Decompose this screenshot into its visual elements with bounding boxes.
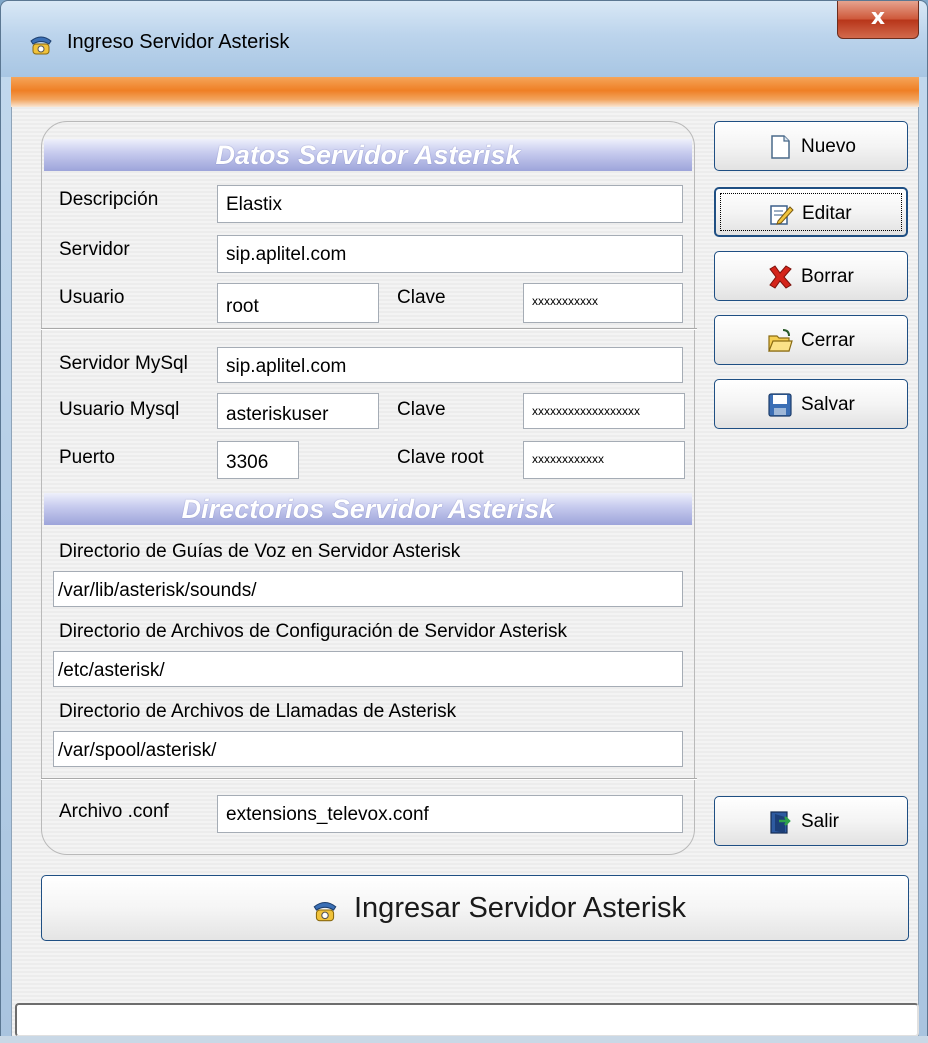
clave-root-label: Clave root: [397, 447, 484, 468]
llamadas-dir-label: Directorio de Archivos de Llamadas de As…: [59, 701, 457, 722]
salir-label: Salir: [801, 811, 840, 832]
servidor-input[interactable]: sip.aplitel.com: [217, 235, 683, 273]
borrar-label: Borrar: [801, 266, 854, 287]
usuario-input[interactable]: root: [217, 283, 379, 323]
clave-root-password-input[interactable]: xxxxxxxxxxxx: [523, 441, 685, 479]
conf-file-label: Archivo .conf: [59, 801, 169, 822]
descripcion-label: Descripción: [59, 189, 159, 210]
section-header-dirs: Directorios Servidor Asterisk: [44, 493, 692, 525]
voz-dir-label: Directorio de Guías de Voz en Servidor A…: [59, 541, 461, 562]
edit-icon: [770, 205, 794, 225]
usuario-mysql-label: Usuario Mysql: [59, 399, 180, 420]
usuario-label: Usuario: [59, 287, 125, 308]
config-dir-label: Directorio de Archivos de Configuración …: [59, 621, 567, 642]
open-folder-icon: [768, 329, 793, 352]
separator: [41, 328, 697, 330]
clave-password-input[interactable]: xxxxxxxxxxx: [523, 283, 683, 323]
new-document-icon: [771, 135, 790, 159]
cerrar-label: Cerrar: [801, 330, 855, 351]
title-bar[interactable]: Ingreso Servidor Asterisk x: [1, 1, 927, 77]
header-band: [11, 77, 919, 107]
nuevo-button[interactable]: Nuevo: [714, 121, 908, 171]
status-bar: [15, 1003, 919, 1037]
clave-mysql-label: Clave: [397, 399, 446, 420]
editar-label: Editar: [802, 203, 852, 224]
clave-mysql-password-input[interactable]: xxxxxxxxxxxxxxxxxx: [523, 393, 685, 429]
conf-file-input[interactable]: extensions_televox.conf: [217, 795, 683, 833]
servidor-mysql-label: Servidor MySql: [59, 353, 188, 374]
config-dir-input[interactable]: /etc/asterisk/: [53, 651, 683, 687]
phone-icon: [313, 901, 337, 922]
ingresar-servidor-button[interactable]: Ingresar Servidor Asterisk: [41, 875, 909, 941]
cerrar-button[interactable]: Cerrar: [714, 315, 908, 365]
save-disk-icon: [768, 393, 792, 417]
voz-dir-input[interactable]: /var/lib/asterisk/sounds/: [53, 571, 683, 607]
llamadas-dir-input[interactable]: /var/spool/asterisk/: [53, 731, 683, 767]
clave-label: Clave: [397, 287, 446, 308]
editar-button[interactable]: Editar: [714, 187, 908, 237]
servidor-mysql-input[interactable]: sip.aplitel.com: [217, 347, 683, 383]
window-title: Ingreso Servidor Asterisk: [67, 31, 290, 53]
salvar-label: Salvar: [801, 394, 855, 415]
app-window: Ingreso Servidor Asterisk x Datos Servid…: [0, 0, 928, 1043]
descripcion-input[interactable]: Elastix: [217, 185, 683, 223]
window-bottom-edge: [0, 1036, 928, 1043]
exit-door-icon: [770, 811, 791, 834]
puerto-label: Puerto: [59, 447, 115, 468]
separator: [41, 778, 697, 780]
salir-button[interactable]: Salir: [714, 796, 908, 846]
borrar-button[interactable]: Borrar: [714, 251, 908, 301]
servidor-label: Servidor: [59, 239, 130, 260]
section-header-server: Datos Servidor Asterisk: [44, 139, 692, 171]
close-button[interactable]: x: [837, 1, 919, 39]
phone-icon: [30, 36, 52, 55]
delete-x-icon: [769, 265, 792, 289]
puerto-input[interactable]: 3306: [217, 441, 299, 479]
ingresar-label: Ingresar Servidor Asterisk: [354, 892, 687, 924]
usuario-mysql-input[interactable]: asteriskuser: [217, 393, 379, 429]
nuevo-label: Nuevo: [801, 136, 856, 157]
salvar-button[interactable]: Salvar: [714, 379, 908, 429]
